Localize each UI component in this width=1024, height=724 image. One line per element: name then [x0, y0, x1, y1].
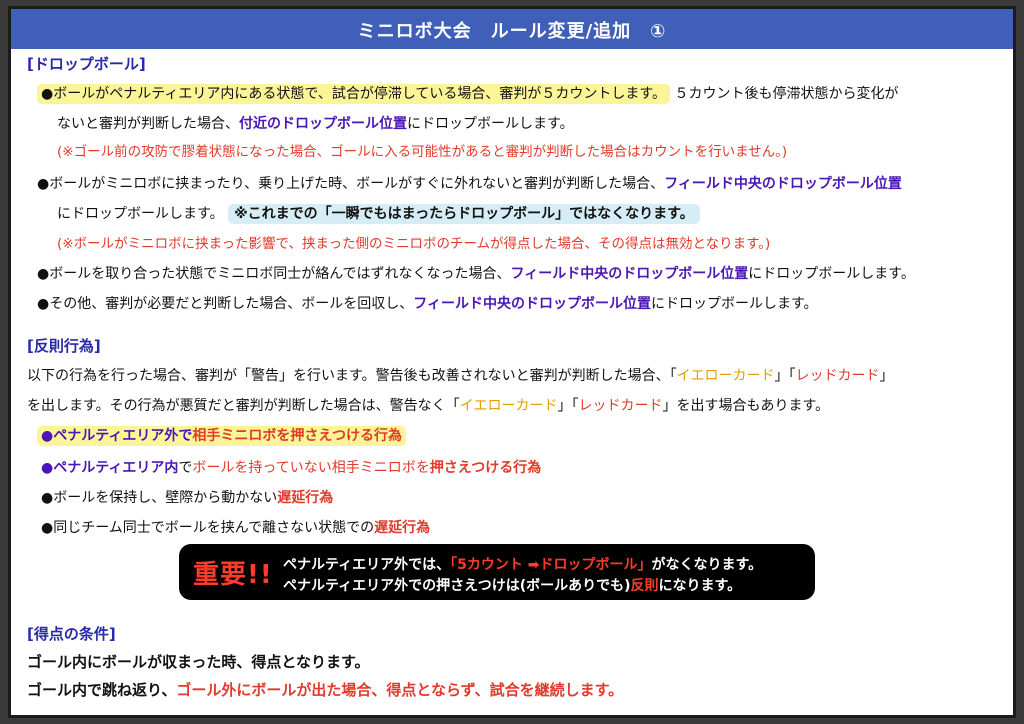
foul-paragraph-2: を出します。その行為が悪質だと審判が判断した場合は、警告なく「イエローカード」「… — [27, 398, 830, 414]
highlight-outside-area: ●ペナルティエリア外で相手ミニロボを押さえつける行為 — [37, 426, 406, 446]
foul-item-3: ●ボールを保持し、壁際から動かない遅延行為 — [41, 490, 334, 506]
drop-rule-2: ●ボールがミニロボに挟まったり、乗り上げた時、ボールがすぐに外れないと審判が判断… — [37, 176, 902, 192]
score-rule-2: ゴール内で跳ね返り、ゴール外にボールが出た場合、得点とならず、試合を継続します。 — [27, 681, 624, 699]
important-line-1: ペナルティエリア外では、「5カウント ➡ドロップボール」がなくなります。 — [283, 557, 763, 573]
drop-rule-1: ●ボールがペナルティエリア内にある状態で、試合が停滞している場合、審判が５カウン… — [37, 84, 898, 104]
score-rule-1: ゴール内にボールが収まった時、得点となります。 — [27, 653, 370, 671]
foul-item-2: ●ペナルティエリア内でボールを持っていない相手ミニロボを押さえつける行為 — [41, 460, 542, 476]
important-line-2: ペナルティエリア外での押さえつけは(ボールありでも)反則になります。 — [283, 578, 742, 594]
section-heading-drop-ball: [ドロップボール] — [27, 55, 146, 73]
drop-rule-3: ●ボールを取り合った状態でミニロボ同士が絡んではずれなくなった場合、フィールド中… — [37, 266, 915, 282]
foul-item-4: ●同じチーム同士でボールを挟んで離さない状態での遅延行為 — [41, 520, 431, 536]
drop-rule-2-cont: にドロップボールします。 ※これまでの「一瞬でもはまったらドロップボール」ではな… — [57, 204, 700, 224]
section-heading-foul: [反則行為] — [27, 337, 101, 355]
foul-paragraph-1: 以下の行為を行った場合、審判が「警告」を行います。警告後も改善されないと審判が判… — [27, 368, 894, 384]
foul-item-1: ●ペナルティエリア外で相手ミニロボを押さえつける行為 — [37, 426, 406, 446]
page-title: ミニロボ大会 ルール変更/追加 ① — [11, 9, 1013, 49]
drop-rule-1-cont: ないと審判が判断した場合、付近のドロップボール位置にドロップボールします。 — [57, 116, 574, 132]
drop-note-1: (※ゴール前の攻防で膠着状態になった場合、ゴールに入る可能性があると審判が判断し… — [57, 144, 788, 160]
highlight-penalty-area: ●ボールがペナルティエリア内にある状態で、試合が停滞している場合、審判が５カウン… — [37, 84, 670, 104]
drop-note-2: (※ボールがミニロボに挟まった影響で、挟まった側のミニロボのチームが得点した場合… — [57, 236, 771, 252]
important-notice-box: 重要!! ペナルティエリア外では、「5カウント ➡ドロップボール」がなくなります… — [179, 544, 815, 600]
important-label: 重要!! — [193, 560, 273, 590]
section-heading-score: [得点の条件] — [27, 625, 116, 643]
rule-sheet: ミニロボ大会 ルール変更/追加 ① [ドロップボール] ●ボールがペナルティエリ… — [8, 6, 1016, 718]
highlight-change-notice: ※これまでの「一瞬でもはまったらドロップボール」ではなくなります。 — [228, 204, 700, 224]
drop-rule-4: ●その他、審判が必要だと判断した場合、ボールを回収し、フィールド中央のドロップボ… — [37, 296, 818, 312]
